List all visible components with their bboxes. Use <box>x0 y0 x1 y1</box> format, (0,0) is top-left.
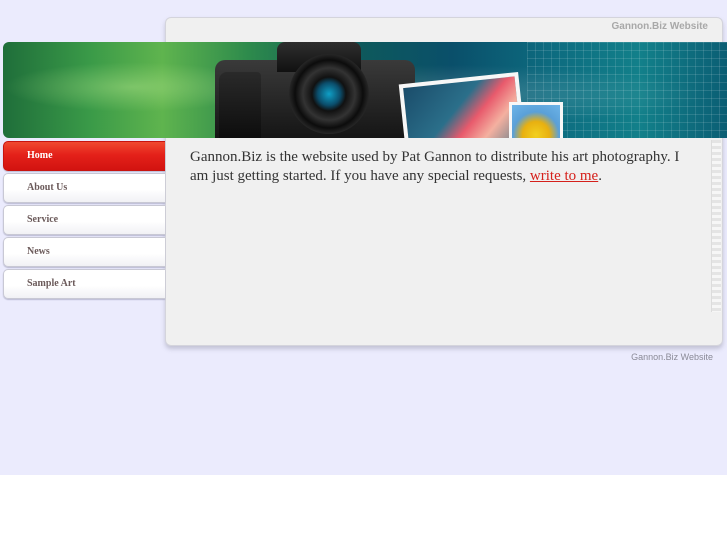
nav-item-service[interactable]: Service <box>3 205 165 235</box>
nav-item-label: Sample Art <box>27 278 76 289</box>
nav-item-label: Service <box>27 214 59 225</box>
intro-text: Gannon.Biz is the website used by Pat Ga… <box>190 149 680 184</box>
nav-item-label: News <box>27 246 50 257</box>
nav-item-home[interactable]: Home <box>3 141 165 171</box>
camera-lens-icon <box>289 54 369 134</box>
site-title: Gannon.Biz Website <box>611 21 709 32</box>
nav-item-news[interactable]: News <box>3 237 165 267</box>
camera-grip <box>219 72 261 138</box>
intro-trailing-text: . <box>598 168 602 184</box>
main-content: Gannon.Biz is the website used by Pat Ga… <box>190 148 700 186</box>
write-to-me-link[interactable]: write to me <box>530 168 598 184</box>
flamingo-photo <box>398 71 528 138</box>
camera-image <box>215 42 415 138</box>
sidebar-nav: Home About Us Service News Sample Art <box>3 141 165 301</box>
footer-title: Gannon.Biz Website <box>631 352 713 362</box>
flower-photo <box>509 102 563 138</box>
nav-item-label: About Us <box>27 182 68 193</box>
content-scrollbar[interactable] <box>711 140 721 312</box>
nav-item-sample-art[interactable]: Sample Art <box>3 269 165 299</box>
header-banner <box>3 42 727 138</box>
nav-item-label: Home <box>27 150 53 161</box>
nav-item-about-us[interactable]: About Us <box>3 173 165 203</box>
